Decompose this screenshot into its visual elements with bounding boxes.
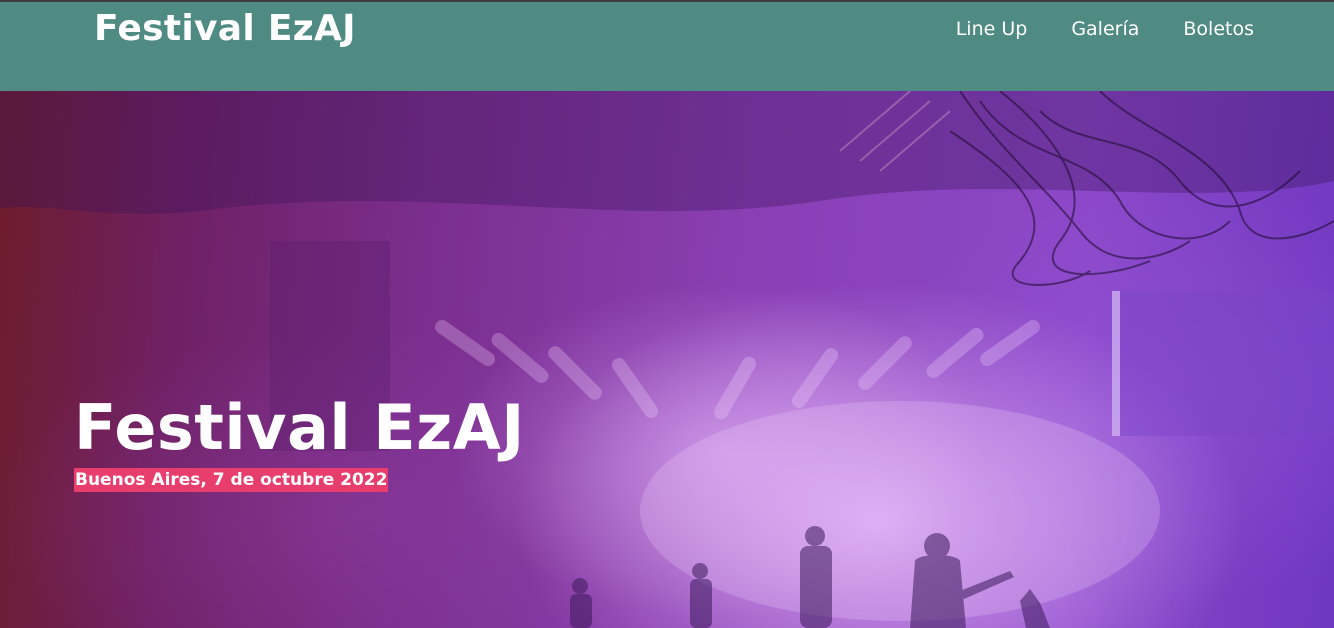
main-nav: Line Up Galería Boletos [956,18,1254,40]
brand-logo-link[interactable]: Festival EzAJ [94,8,356,49]
nav-link-boletos[interactable]: Boletos [1183,18,1254,40]
nav-link-line-up[interactable]: Line Up [956,18,1028,40]
concert-stage-photo [0,91,1334,628]
nav-link-galeria[interactable]: Galería [1071,18,1139,40]
site-header: Festival EzAJ Line Up Galería Boletos [0,0,1334,91]
hero-date-location: Buenos Aires, 7 de octubre 2022 [74,468,389,492]
hero-title: Festival EzAJ [74,391,525,464]
hero-section: Festival EzAJ Buenos Aires, 7 de octubre… [0,91,1334,628]
